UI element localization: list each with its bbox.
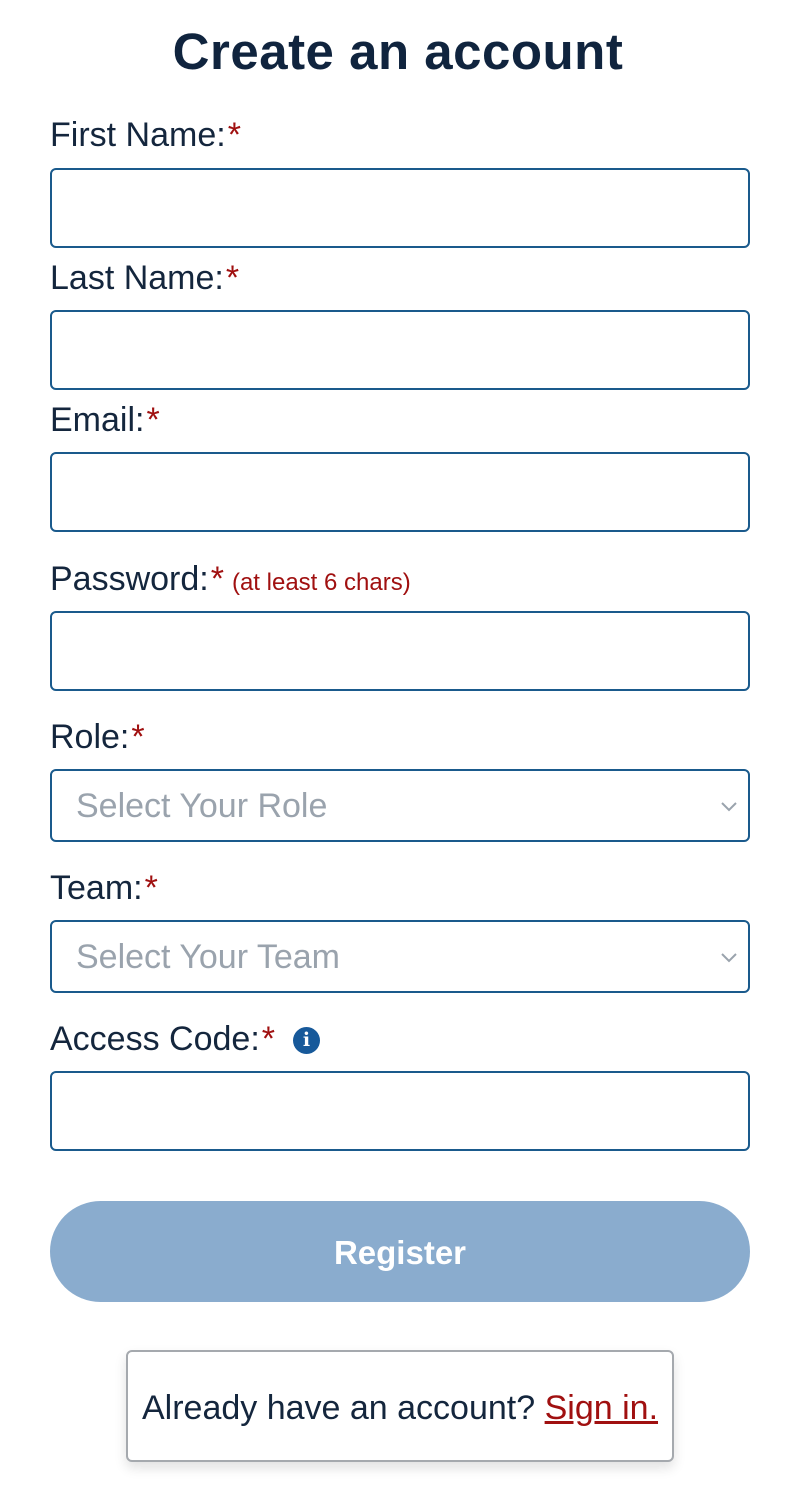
chevron-down-icon <box>721 953 737 963</box>
signin-link[interactable]: Sign in. <box>545 1389 658 1427</box>
required-mark: * <box>131 718 145 756</box>
required-mark: * <box>146 401 160 439</box>
email-label-text: Email: <box>50 401 145 439</box>
required-mark: * <box>144 869 158 907</box>
access-code-label: Access Code:* i <box>50 1020 320 1059</box>
first-name-label-text: First Name: <box>50 116 226 154</box>
last-name-label: Last Name:* <box>50 259 239 298</box>
required-mark: * <box>261 1020 275 1058</box>
required-mark: * <box>225 259 240 297</box>
access-code-input[interactable] <box>50 1071 750 1151</box>
last-name-label-text: Last Name: <box>50 259 224 297</box>
signin-prompt: Already have an account? <box>141 1389 536 1427</box>
signin-box: Already have an account? Sign in. <box>126 1350 674 1462</box>
info-icon[interactable]: i <box>293 1027 320 1054</box>
role-select[interactable]: Select Your Role <box>50 769 750 842</box>
role-label-text: Role: <box>50 718 130 756</box>
chevron-down-icon <box>721 802 737 812</box>
password-hint: (at least 6 chars) <box>231 569 411 596</box>
email-input[interactable] <box>50 452 750 532</box>
role-label: Role:* <box>50 718 145 757</box>
last-name-input[interactable] <box>50 310 750 390</box>
email-label: Email:* <box>50 401 160 440</box>
required-mark: * <box>210 560 224 598</box>
team-label: Team:* <box>50 869 158 908</box>
role-select-value: Select Your Role <box>76 787 328 825</box>
team-label-text: Team: <box>50 869 143 907</box>
password-label: Password:* (at least 6 chars) <box>50 560 411 599</box>
password-label-text: Password: <box>50 560 209 598</box>
first-name-input[interactable] <box>50 168 750 248</box>
first-name-label: First Name:* <box>50 116 241 155</box>
team-select-value: Select Your Team <box>76 938 340 976</box>
page-title: Create an account <box>172 23 624 80</box>
required-mark: * <box>227 116 241 154</box>
access-code-label-text: Access Code: <box>50 1020 260 1058</box>
register-button[interactable]: Register <box>50 1201 750 1302</box>
team-select[interactable]: Select Your Team <box>50 920 750 993</box>
password-input[interactable] <box>50 611 750 691</box>
